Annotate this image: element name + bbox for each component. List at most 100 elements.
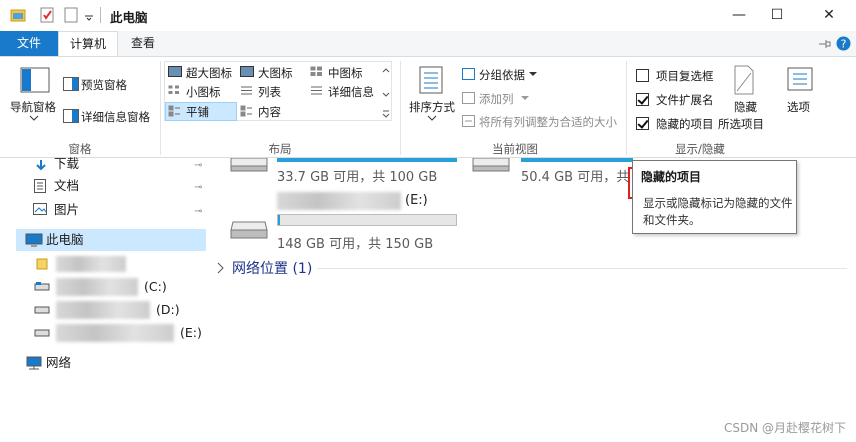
list-icon bbox=[241, 86, 252, 95]
hide-selected-button-line2: 所选项目 bbox=[718, 117, 764, 131]
pictures-icon bbox=[33, 203, 47, 215]
layout-list[interactable]: 列表 bbox=[258, 84, 281, 100]
drive1-space-text: 33.7 GB 可用，共 100 GB bbox=[277, 170, 438, 185]
drive3-usage-fill bbox=[278, 215, 281, 225]
nav-item-drive-d[interactable]: (D:) bbox=[156, 299, 180, 321]
blurred-label bbox=[56, 301, 150, 319]
maximize-button[interactable]: ☐ bbox=[754, 0, 800, 31]
title-bar: 此电脑 — ☐ ✕ bbox=[0, 0, 856, 31]
explorer-window: 此电脑 — ☐ ✕ 文件 计算机 查看 ? 导航窗格 预览窗格 详细信息窗格 窗… bbox=[0, 0, 856, 442]
download-arrow-icon bbox=[36, 160, 46, 171]
pin-icon: ⊸ bbox=[194, 160, 203, 171]
layout-medium-icons[interactable]: 中图标 bbox=[328, 65, 363, 81]
drive3-name[interactable]: (E:) bbox=[405, 193, 428, 208]
section-divider bbox=[317, 268, 847, 269]
tab-computer[interactable]: 计算机 bbox=[58, 31, 118, 56]
layout-small-icons[interactable]: 小图标 bbox=[186, 84, 221, 100]
navigation-pane: 下载 ⊸ 文档 ⊸ 图片 ⊸ 此电脑 (C:) (D:) (E:) 网络 bbox=[0, 156, 215, 442]
drive2-space-text: 50.4 GB 可用，共 18 bbox=[521, 170, 650, 185]
ribbon-body: 导航窗格 预览窗格 详细信息窗格 窗格 超大图标 大图标 中图标 小图标 列表 … bbox=[0, 56, 856, 199]
item-checkboxes-checkbox[interactable] bbox=[636, 69, 649, 82]
drive-icon bbox=[230, 158, 268, 172]
blurred-label bbox=[56, 256, 126, 272]
pin-icon: ⊸ bbox=[194, 182, 203, 193]
network-location-header[interactable]: 网络位置 (1) bbox=[232, 258, 312, 278]
ribbon-tabs: 文件 计算机 查看 ? bbox=[0, 31, 856, 56]
medium-icons-icon bbox=[310, 66, 322, 76]
nav-item-pictures[interactable]: 图片 bbox=[54, 199, 79, 221]
nav-item-downloads[interactable]: 下载 bbox=[54, 153, 79, 175]
sort-by-icon bbox=[419, 66, 443, 94]
layout-extra-large-icons[interactable]: 超大图标 bbox=[186, 65, 232, 81]
drive-e-icon bbox=[34, 329, 50, 337]
fit-columns-button: 将所有列调整为合适的大小 bbox=[479, 115, 617, 129]
details-icon bbox=[311, 86, 322, 95]
watermark: CSDN @月赴樱花树下 bbox=[723, 421, 846, 435]
quick-access-dropdown-icon[interactable] bbox=[84, 7, 94, 23]
group-label-layout: 布局 bbox=[268, 142, 292, 156]
chevron-right-icon[interactable] bbox=[217, 262, 225, 274]
layout-large-icons[interactable]: 大图标 bbox=[258, 65, 293, 81]
nav-selection bbox=[16, 229, 206, 251]
nav-item-documents[interactable]: 文档 bbox=[54, 175, 79, 197]
chevron-down-icon bbox=[521, 96, 529, 100]
layout-content[interactable]: 内容 bbox=[258, 104, 281, 120]
large-icons-icon bbox=[240, 66, 254, 77]
hide-selected-button[interactable]: 隐藏 bbox=[734, 99, 757, 115]
options-button[interactable]: 选项 bbox=[787, 99, 810, 115]
pin-ribbon-icon[interactable] bbox=[818, 38, 832, 50]
network-icon bbox=[26, 356, 42, 370]
group-label-show-hide: 显示/隐藏 bbox=[675, 142, 725, 156]
details-pane-icon bbox=[63, 109, 79, 123]
tooltip-body: 显示或隐藏标记为隐藏的文件和文件夹。 bbox=[643, 196, 793, 227]
properties-icon[interactable] bbox=[40, 7, 54, 23]
nav-pane-button[interactable]: 导航窗格 bbox=[10, 99, 56, 115]
extra-large-icons-icon bbox=[168, 66, 182, 77]
blurred-label bbox=[277, 192, 401, 210]
hidden-items-checkbox[interactable] bbox=[636, 117, 649, 130]
sort-by-button[interactable]: 排序方式 bbox=[409, 99, 455, 115]
close-button[interactable]: ✕ bbox=[806, 0, 852, 31]
tab-file[interactable]: 文件 bbox=[0, 31, 58, 56]
drive-c-icon bbox=[34, 282, 50, 291]
drive-icon bbox=[472, 158, 510, 172]
drive2-usage-bar bbox=[521, 158, 633, 162]
drive-d-icon bbox=[34, 306, 50, 314]
hide-selected-icon bbox=[734, 65, 754, 95]
item-checkboxes-label: 项目复选框 bbox=[656, 69, 714, 83]
pin-icon: ⊸ bbox=[194, 206, 203, 217]
nav-item-this-pc[interactable]: 此电脑 bbox=[46, 229, 84, 251]
layout-details[interactable]: 详细信息 bbox=[328, 84, 374, 100]
tab-view[interactable]: 查看 bbox=[118, 31, 168, 56]
details-pane-button[interactable]: 详细信息窗格 bbox=[81, 109, 150, 125]
drive3-space-text: 148 GB 可用，共 150 GB bbox=[277, 237, 434, 252]
nav-item-drive-e[interactable]: (E:) bbox=[180, 322, 202, 344]
blurred-label bbox=[56, 278, 138, 296]
file-extensions-label: 文件扩展名 bbox=[656, 93, 714, 107]
window-title: 此电脑 bbox=[110, 10, 148, 25]
group-label-current-view: 当前视图 bbox=[492, 142, 538, 156]
help-icon[interactable]: ? bbox=[836, 36, 851, 51]
group-by-icon bbox=[462, 68, 475, 80]
group-by-button[interactable]: 分组依据 bbox=[479, 67, 525, 83]
layout-tiles[interactable]: 平铺 bbox=[186, 104, 209, 120]
drive1-usage-bar bbox=[277, 158, 457, 162]
nav-pane-icon[interactable] bbox=[20, 67, 50, 93]
add-column-button: 添加列 bbox=[479, 92, 514, 106]
explorer-app-icon bbox=[10, 9, 26, 22]
nav-item-drive-c[interactable]: (C:) bbox=[144, 276, 167, 298]
new-folder-icon[interactable] bbox=[64, 7, 78, 23]
fit-columns-icon bbox=[462, 115, 475, 127]
file-extensions-checkbox[interactable] bbox=[636, 93, 649, 106]
preview-pane-button[interactable]: 预览窗格 bbox=[81, 77, 127, 93]
chevron-down-icon bbox=[529, 72, 537, 76]
drive-icon bbox=[230, 221, 268, 239]
chevron-down-icon bbox=[29, 115, 39, 121]
preview-pane-icon bbox=[63, 77, 79, 91]
hidden-items-tooltip: 隐藏的项目 显示或隐藏标记为隐藏的文件和文件夹。 bbox=[632, 160, 797, 234]
tiles-icon bbox=[168, 105, 180, 117]
gallery-scroll-icon[interactable] bbox=[381, 63, 391, 119]
nav-item-network[interactable]: 网络 bbox=[46, 352, 71, 374]
hidden-items-label: 隐藏的项目 bbox=[656, 117, 714, 131]
chevron-down-icon bbox=[427, 115, 437, 121]
